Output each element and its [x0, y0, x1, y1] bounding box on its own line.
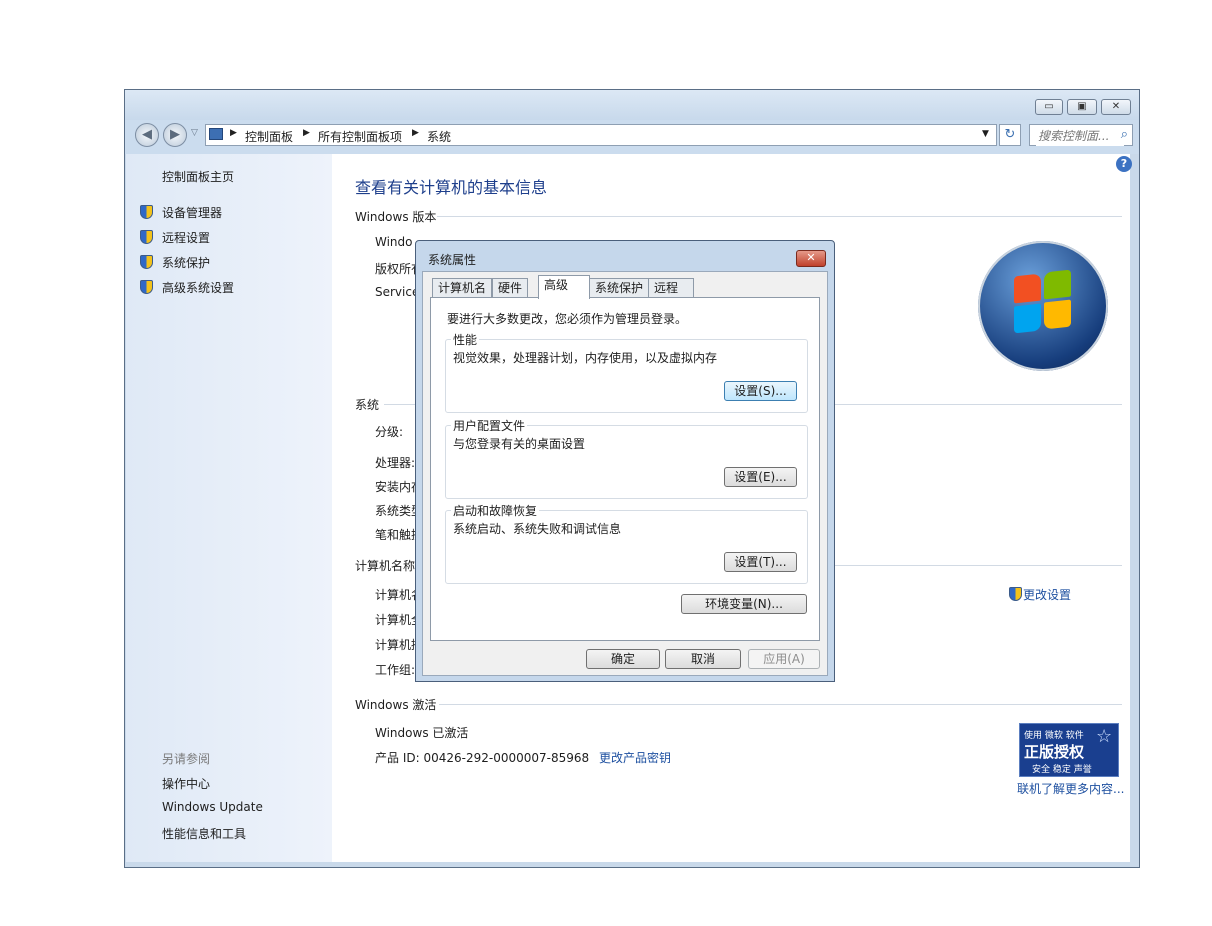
- forward-button[interactable]: ▶: [163, 123, 187, 147]
- edition-row: Windo: [375, 235, 413, 249]
- change-product-key-link[interactable]: 更改产品密钥: [599, 749, 671, 766]
- computer-icon: [209, 128, 223, 140]
- title-bar: ▭ ▣ ✕: [125, 90, 1139, 124]
- search-icon: ⌕: [1120, 127, 1128, 142]
- divider: [439, 704, 1122, 705]
- breadcrumb-separator-icon: ▶: [303, 128, 310, 138]
- see-also-action-center[interactable]: 操作中心: [162, 775, 210, 792]
- uac-shield-icon: [140, 255, 153, 269]
- sidebar-item-advanced-settings[interactable]: 高级系统设置: [162, 279, 234, 296]
- tab-remote[interactable]: 远程: [648, 278, 694, 298]
- advanced-tab-panel: 要进行大多数更改，您必须作为管理员登录。 性能 视觉效果，处理器计划，内存使用，…: [430, 297, 820, 641]
- genuine-top-text: 使用 微软 软件: [1024, 731, 1084, 741]
- user-profiles-group-title: 用户配置文件: [451, 417, 528, 434]
- page-title: 查看有关计算机的基本信息: [355, 178, 548, 197]
- cancel-button[interactable]: 取消: [665, 649, 741, 669]
- learn-more-link[interactable]: 联机了解更多内容...: [1017, 780, 1124, 797]
- tab-hardware[interactable]: 硬件: [492, 278, 529, 298]
- search-box[interactable]: ⌕: [1029, 124, 1133, 146]
- section-computer-name: 计算机名称: [355, 559, 416, 573]
- breadcrumb-control-panel[interactable]: 控制面板: [245, 128, 293, 145]
- section-edition: Windows 版本: [355, 210, 437, 224]
- performance-description: 视觉效果，处理器计划，内存使用，以及虚拟内存: [453, 351, 718, 365]
- breadcrumb-separator-icon: ▶: [412, 128, 419, 138]
- system-row: 处理器:: [375, 456, 416, 470]
- address-dropdown-icon[interactable]: ▼: [982, 129, 989, 139]
- sidebar-item-remote-settings[interactable]: 远程设置: [162, 229, 210, 246]
- refresh-button[interactable]: ↻: [999, 124, 1021, 146]
- dialog-body: 计算机名 硬件 高级 系统保护 远程 要进行大多数更改，您必须作为管理员登录。 …: [422, 271, 828, 676]
- startup-recovery-group-title: 启动和故障恢复: [451, 502, 540, 519]
- close-button[interactable]: ✕: [1101, 99, 1131, 115]
- genuine-badge[interactable]: 使用 微软 软件 正版授权 安全 稳定 声誉 ☆: [1019, 723, 1119, 777]
- section-activation: Windows 激活: [355, 698, 437, 712]
- apply-button[interactable]: 应用(A): [748, 649, 820, 669]
- product-id: 产品 ID: 00426-292-0000007-85968: [375, 751, 590, 765]
- change-settings-link[interactable]: 更改设置: [1023, 586, 1071, 603]
- see-also-windows-update[interactable]: Windows Update: [162, 800, 263, 814]
- see-also-title: 另请参阅: [162, 752, 211, 766]
- breadcrumb-separator-icon: ▶: [230, 128, 237, 138]
- back-button[interactable]: ◀: [135, 123, 159, 147]
- environment-variables-button[interactable]: 环境变量(N)...: [681, 594, 807, 614]
- ok-button[interactable]: 确定: [586, 649, 660, 669]
- logo-flag-red: [1014, 273, 1041, 304]
- maximize-button[interactable]: ▣: [1067, 99, 1097, 115]
- edition-row: Service: [375, 285, 420, 299]
- user-profiles-settings-button[interactable]: 设置(E)...: [724, 467, 797, 487]
- dialog-close-button[interactable]: ✕: [796, 250, 826, 267]
- uac-shield-icon: [140, 205, 153, 219]
- tab-system-protection[interactable]: 系统保护: [589, 278, 650, 298]
- sidebar-item-system-protection[interactable]: 系统保护: [162, 254, 210, 271]
- sidebar-home-link[interactable]: 控制面板主页: [162, 168, 234, 185]
- system-row: 分级:: [375, 425, 404, 439]
- breadcrumb-all-items[interactable]: 所有控制面板项: [318, 128, 402, 145]
- admin-note: 要进行大多数更改，您必须作为管理员登录。: [447, 312, 688, 326]
- performance-group-title: 性能: [451, 331, 480, 348]
- left-pane: 控制面板主页 设备管理器 远程设置 系统保护 高级系统设置 另请参阅 操作中心 …: [126, 154, 332, 862]
- tab-advanced[interactable]: 高级: [538, 275, 590, 299]
- uac-shield-icon: [140, 280, 153, 294]
- genuine-main-text: 正版授权: [1024, 743, 1085, 761]
- breadcrumb-system[interactable]: 系统: [427, 128, 451, 145]
- help-icon[interactable]: ?: [1116, 156, 1132, 172]
- system-properties-dialog: 系统属性 ✕ 计算机名 硬件 高级 系统保护 远程 要进行大多数更改，您必须作为…: [415, 240, 835, 682]
- recent-pages-icon[interactable]: ▽: [191, 128, 198, 138]
- minimize-button[interactable]: ▭: [1035, 99, 1063, 115]
- performance-settings-button[interactable]: 设置(S)...: [724, 381, 797, 401]
- logo-flag-yellow: [1044, 299, 1071, 330]
- see-also-performance-tools[interactable]: 性能信息和工具: [162, 825, 246, 842]
- section-system: 系统: [355, 398, 380, 412]
- startup-recovery-description: 系统启动、系统失败和调试信息: [453, 522, 622, 536]
- genuine-sub-text: 安全 稳定 声誉: [1032, 765, 1092, 775]
- dialog-title: 系统属性: [428, 253, 477, 267]
- logo-flag-green: [1044, 269, 1071, 300]
- uac-shield-icon: [140, 230, 153, 244]
- activation-status: Windows 已激活: [375, 726, 469, 740]
- sidebar-item-device-manager[interactable]: 设备管理器: [162, 204, 222, 221]
- windows-logo: [978, 241, 1108, 371]
- search-input[interactable]: [1036, 126, 1124, 146]
- address-bar[interactable]: ▶ 控制面板 ▶ 所有控制面板项 ▶ 系统 ▼: [205, 124, 997, 146]
- logo-flag-blue: [1014, 303, 1041, 334]
- uac-shield-icon: [1009, 587, 1022, 601]
- user-profiles-description: 与您登录有关的桌面设置: [453, 437, 586, 451]
- startup-recovery-settings-button[interactable]: 设置(T)...: [724, 552, 797, 572]
- tab-computer-name[interactable]: 计算机名: [432, 278, 493, 298]
- divider: [437, 216, 1122, 217]
- star-icon: ☆: [1096, 726, 1113, 747]
- computer-row: 工作组:: [375, 663, 416, 677]
